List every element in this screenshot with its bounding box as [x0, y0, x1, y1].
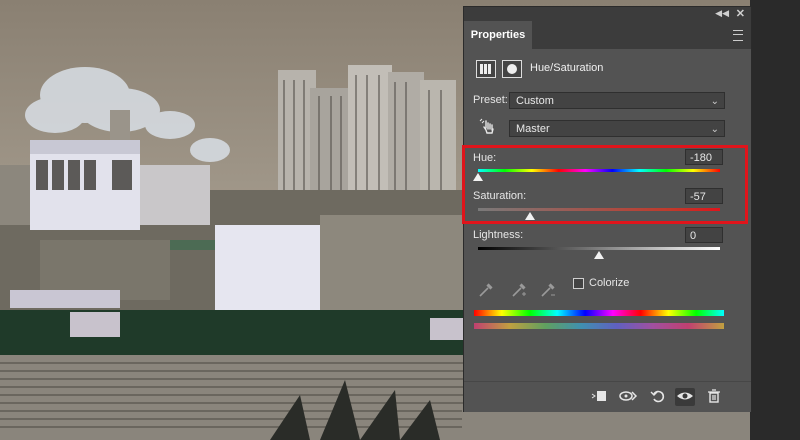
reset-icon[interactable] [648, 388, 668, 406]
panel-tab-bar: Properties [464, 21, 751, 49]
colorize-label: Colorize [589, 277, 630, 289]
layer-mask-icon[interactable] [502, 60, 522, 78]
preset-dropdown[interactable]: Custom ⌄ [509, 92, 725, 109]
preset-label: Preset: [473, 94, 508, 106]
lightness-label: Lightness: [473, 229, 524, 241]
saturation-slider-thumb[interactable] [525, 212, 536, 220]
saturation-label: Saturation: [473, 190, 527, 202]
hue-slider-thumb[interactable] [473, 173, 483, 181]
hue-value-field[interactable]: -180 [685, 149, 723, 165]
properties-panel: ◀◀ ✕ Properties Hue/Saturation Preset: C… [463, 6, 752, 412]
panel-footer [464, 381, 751, 412]
lightness-value-field[interactable]: 0 [685, 227, 723, 243]
close-icon[interactable]: ✕ [736, 7, 745, 20]
hue-slider-track[interactable] [478, 169, 720, 172]
panel-menu-icon[interactable] [733, 30, 743, 41]
clip-to-layer-icon[interactable] [589, 388, 609, 406]
saturation-slider-track[interactable] [478, 208, 720, 211]
channel-dropdown[interactable]: Master ⌄ [509, 120, 725, 137]
targeted-adjustment-hand-icon[interactable] [478, 117, 498, 137]
eyedropper-icon[interactable] [476, 281, 496, 299]
output-color-bar [474, 323, 724, 329]
hue-label: Hue: [473, 152, 497, 164]
hue-saturation-adjustment-icon[interactable] [476, 60, 496, 78]
lightness-slider-track[interactable] [478, 247, 720, 250]
lightness-slider-thumb[interactable] [594, 251, 604, 259]
canvas-edge [750, 0, 800, 440]
panel-title-bar: ◀◀ ✕ [464, 7, 751, 21]
preset-value: Custom [516, 95, 554, 107]
chevron-down-icon: ⌄ [710, 96, 719, 107]
adjustment-title: Hue/Saturation [530, 62, 604, 74]
input-color-bar [474, 310, 724, 316]
double-chevron-icon[interactable]: ◀◀ [715, 8, 729, 19]
delete-icon[interactable] [704, 388, 724, 406]
visibility-eye-icon[interactable] [675, 388, 695, 406]
view-previous-state-icon[interactable] [618, 388, 638, 406]
eyedropper-add-icon[interactable] [509, 281, 529, 299]
eyedropper-subtract-icon[interactable] [538, 281, 558, 299]
channel-value: Master [516, 123, 550, 135]
saturation-value-field[interactable]: -57 [685, 188, 723, 204]
tab-properties[interactable]: Properties [464, 21, 532, 49]
colorize-checkbox[interactable] [573, 278, 584, 289]
chevron-down-icon: ⌄ [710, 124, 719, 135]
